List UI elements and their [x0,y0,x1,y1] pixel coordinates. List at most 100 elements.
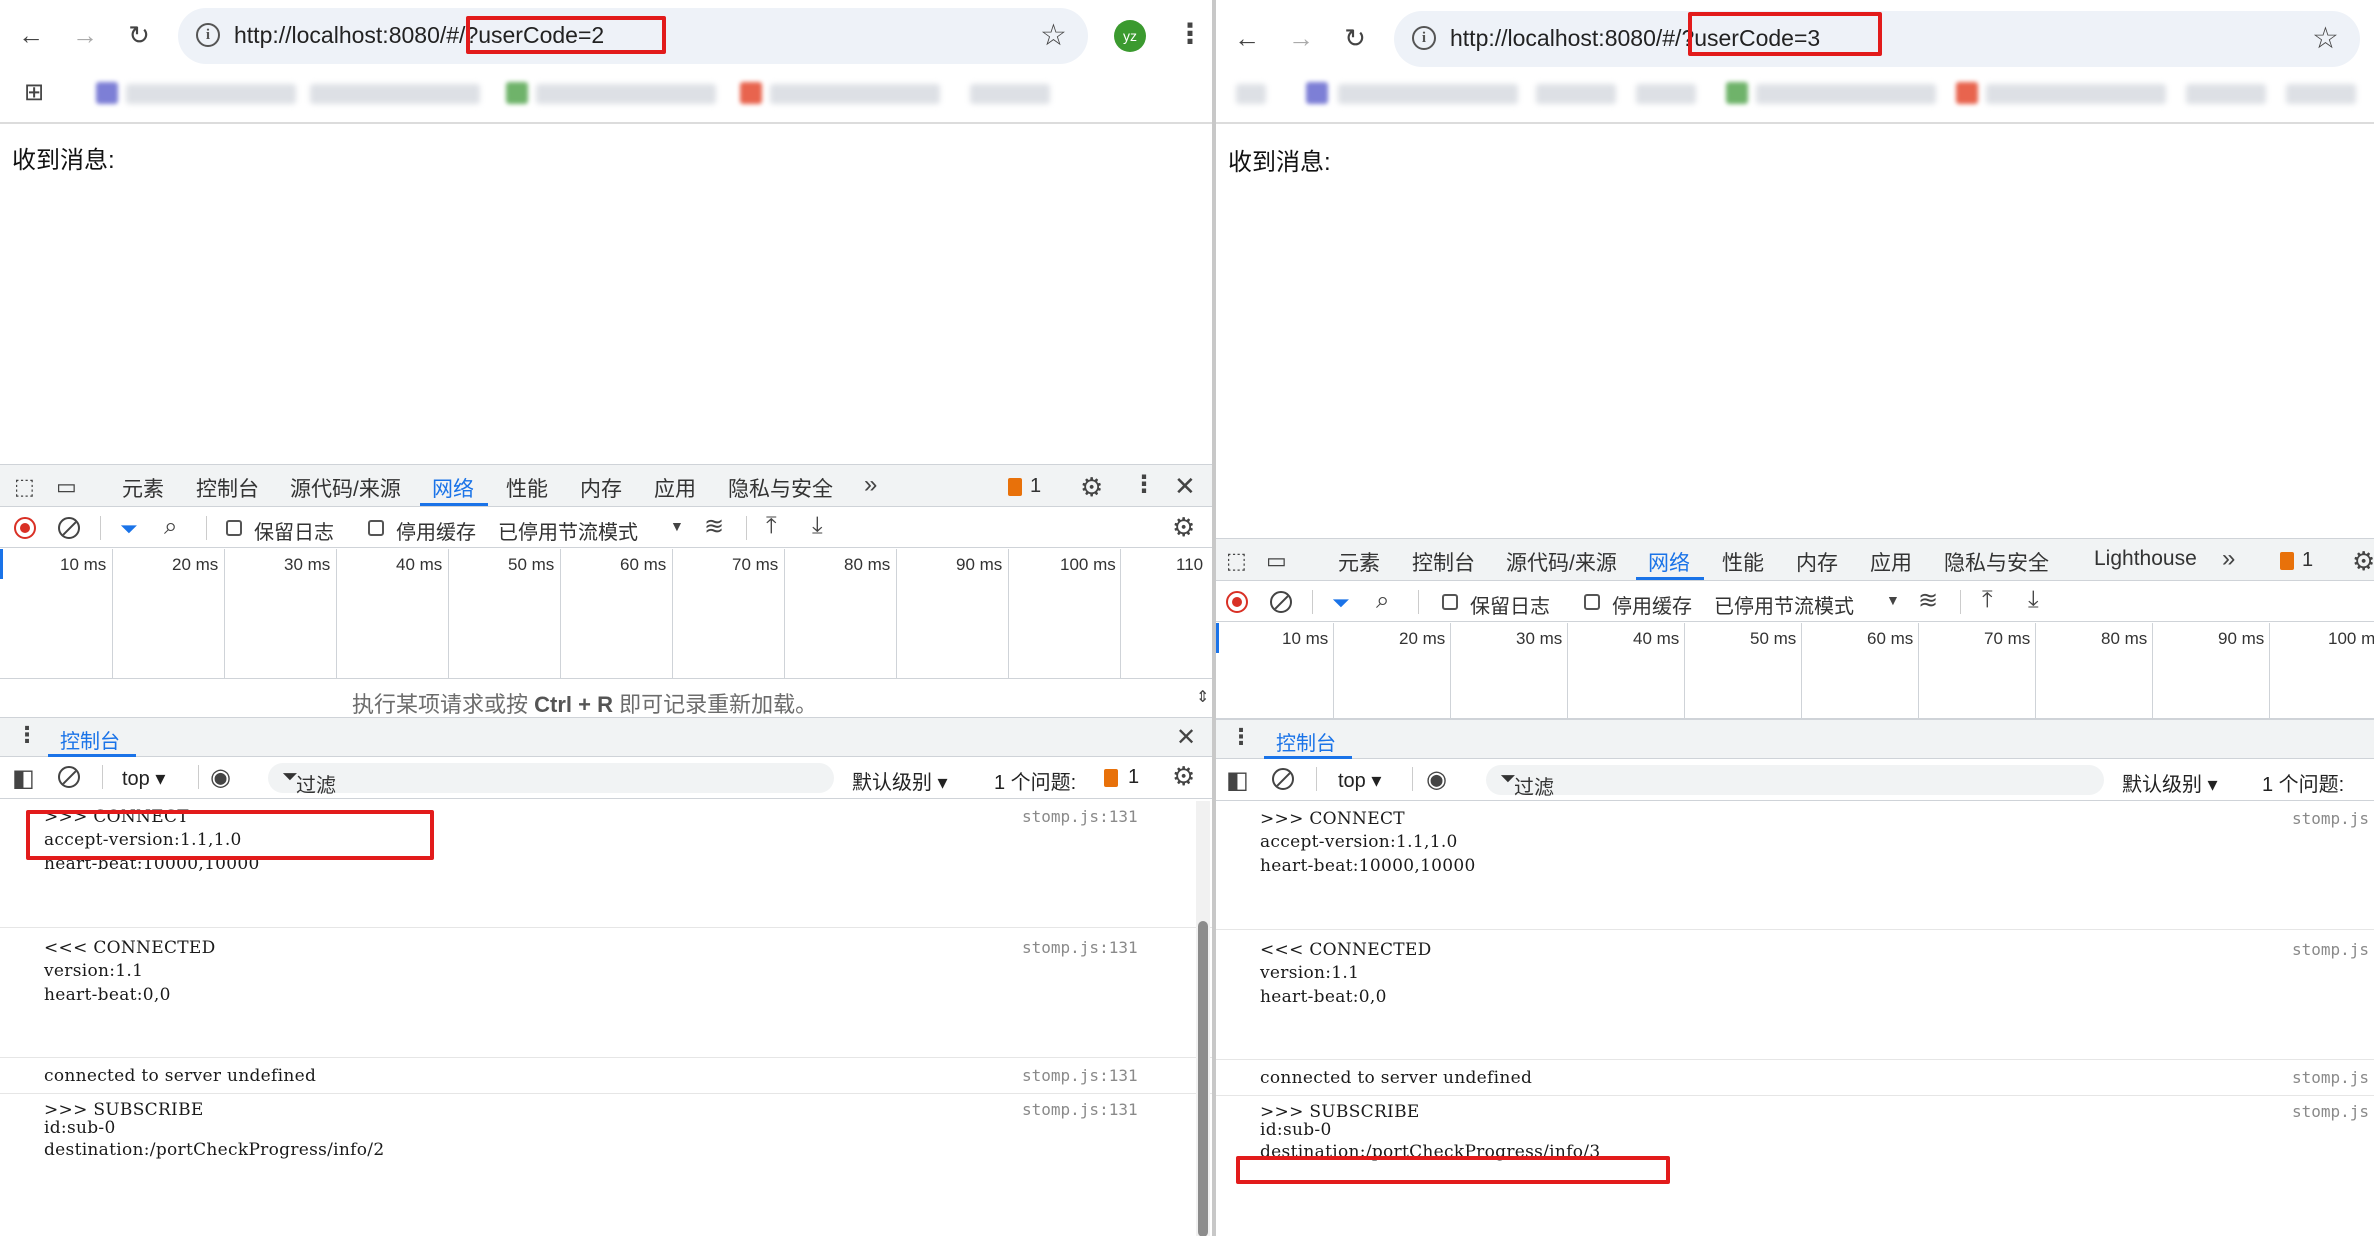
issues-count[interactable]: 1 [2302,549,2313,572]
log-level-select[interactable]: 默认级别 ▾ [852,766,948,795]
inspect-element-icon[interactable]: ⬚ [1226,548,1247,574]
bookmark-item-blurred[interactable] [1338,84,1518,104]
throttling-select[interactable]: 已停用节流模式 [1714,590,1854,619]
devtools-menu-icon[interactable]: ⋮ [1132,473,1156,497]
bookmark-favicon-icon[interactable] [1306,82,1328,104]
clear-icon[interactable] [58,517,80,539]
clear-icon[interactable] [1270,591,1292,613]
tab-memory[interactable]: 内存 [580,473,622,503]
disable-cache-checkbox[interactable] [368,520,384,536]
console-issues-label[interactable]: 1 个问题: [994,766,1076,795]
issues-count[interactable]: 1 [1030,475,1041,498]
export-har-icon[interactable]: ⤓ [2028,586,2039,614]
tab-memory[interactable]: 内存 [1796,547,1838,577]
bookmark-item-blurred[interactable] [1236,84,1266,104]
site-info-icon[interactable]: i [196,23,220,47]
import-har-icon[interactable]: ⤒ [766,512,777,540]
device-toolbar-icon[interactable]: ▭ [56,474,77,500]
tab-network[interactable]: 网络 [1648,547,1690,577]
reload-icon[interactable]: ↻ [1338,21,1372,55]
bookmark-item-blurred[interactable] [1536,84,1616,104]
bookmark-favicon-icon[interactable] [1956,82,1978,104]
issue-flag-icon[interactable] [1008,478,1022,496]
log-source-link[interactable]: stomp.js [2292,809,2369,828]
import-har-icon[interactable]: ⤒ [1982,586,1993,614]
tab-console[interactable]: 控制台 [1412,547,1475,577]
console-scrollbar[interactable] [1196,801,1210,1236]
log-level-select[interactable]: 默认级别 ▾ [2122,768,2218,797]
settings-gear-icon[interactable]: ⚙ [2352,546,2374,577]
chevron-down-icon[interactable]: ▼ [1886,592,1900,608]
panel-resize-icon[interactable]: ⇕ [1196,687,1209,707]
live-expression-eye-icon[interactable]: ◉ [210,763,231,792]
bookmark-item-blurred[interactable] [1756,84,1936,104]
console-issues-label[interactable]: 1 个问题: [2262,768,2344,797]
bookmark-item-blurred[interactable] [310,84,480,104]
tab-privacy-security[interactable]: 隐私与安全 [1944,547,2049,577]
preserve-log-checkbox[interactable] [226,520,242,536]
log-source-link[interactable]: stomp.js [2292,1068,2369,1087]
drawer-tab-console[interactable]: 控制台 [1276,727,1336,756]
bookmark-favicon-icon[interactable] [740,82,762,104]
console-settings-gear-icon[interactable]: ⚙ [1172,761,1195,792]
tab-lighthouse[interactable]: Lighthouse [2094,547,2197,571]
drawer-menu-icon[interactable]: ⋮ [1230,726,1252,748]
log-source-link[interactable]: stomp.js [2292,940,2369,959]
context-select[interactable]: top ▾ [1338,768,1381,793]
console-issues-count[interactable]: 1 [1128,766,1139,789]
tab-privacy-security[interactable]: 隐私与安全 [728,473,833,503]
network-conditions-icon[interactable]: ≋ [1918,586,1938,615]
bookmark-favicon-icon[interactable] [506,82,528,104]
bookmark-star-icon[interactable]: ☆ [2312,21,2339,56]
bookmark-favicon-icon[interactable] [1726,82,1748,104]
log-source-link[interactable]: stomp.js [2292,1102,2369,1121]
device-toolbar-icon[interactable]: ▭ [1266,548,1287,574]
tab-elements[interactable]: 元素 [1338,547,1380,577]
chevron-down-icon[interactable]: ▼ [670,518,684,534]
bookmark-item-blurred[interactable] [2186,84,2266,104]
settings-gear-icon[interactable]: ⚙ [1080,472,1103,503]
drawer-tab-console[interactable]: 控制台 [60,725,120,754]
live-expression-eye-icon[interactable]: ◉ [1426,765,1447,794]
record-icon[interactable] [14,517,36,539]
disable-cache-checkbox[interactable] [1584,594,1600,610]
network-settings-gear-icon[interactable]: ⚙ [1172,512,1195,543]
inspect-element-icon[interactable]: ⬚ [14,474,35,500]
tab-sources[interactable]: 源代码/来源 [1506,547,1617,577]
bookmark-item-blurred[interactable] [770,84,940,104]
context-select[interactable]: top ▾ [122,766,165,791]
console-issue-flag-icon[interactable] [1104,769,1118,787]
throttling-select[interactable]: 已停用节流模式 [498,516,638,545]
tab-network[interactable]: 网络 [432,473,474,503]
bookmark-item-blurred[interactable] [126,84,296,104]
tab-performance[interactable]: 性能 [1722,547,1764,577]
tab-application[interactable]: 应用 [654,473,696,503]
record-icon[interactable] [1226,591,1248,613]
sidebar-toggle-icon[interactable]: ◧ [1226,766,1249,795]
log-source-link[interactable]: stomp.js:131 [1022,807,1138,826]
tab-elements[interactable]: 元素 [122,473,164,503]
browser-menu-icon[interactable]: ⋮ [1176,20,1204,48]
apps-grid-icon[interactable]: ⊞ [24,78,44,107]
console-filter-input[interactable]: ⏷ 过滤 [1486,765,2104,799]
scrollbar-thumb[interactable] [1198,921,1208,1236]
close-devtools-icon[interactable]: ✕ [1174,471,1196,502]
tab-performance[interactable]: 性能 [506,473,548,503]
sidebar-toggle-icon[interactable]: ◧ [12,764,35,793]
preserve-log-checkbox[interactable] [1442,594,1458,610]
clear-console-icon[interactable] [58,766,80,788]
log-source-link[interactable]: stomp.js:131 [1022,938,1138,957]
address-bar[interactable]: i http://localhost:8080/#/?userCode=3 ☆ [1394,11,2360,67]
reload-icon[interactable]: ↻ [122,18,156,52]
drawer-menu-icon[interactable]: ⋮ [16,724,38,746]
close-drawer-icon[interactable]: ✕ [1176,723,1196,752]
bookmark-favicon-icon[interactable] [96,82,118,104]
filter-icon[interactable]: ⏷ [120,516,138,542]
address-bar[interactable]: i http://localhost:8080/#/?userCode=2 ☆ [178,8,1088,64]
network-conditions-icon[interactable]: ≋ [704,512,724,541]
clear-console-icon[interactable] [1272,768,1294,790]
tab-sources[interactable]: 源代码/来源 [290,473,401,503]
forward-icon[interactable]: → [68,18,102,52]
export-har-icon[interactable]: ⤓ [812,512,823,540]
console-filter-input[interactable]: ⏷ 过滤 [268,763,834,797]
